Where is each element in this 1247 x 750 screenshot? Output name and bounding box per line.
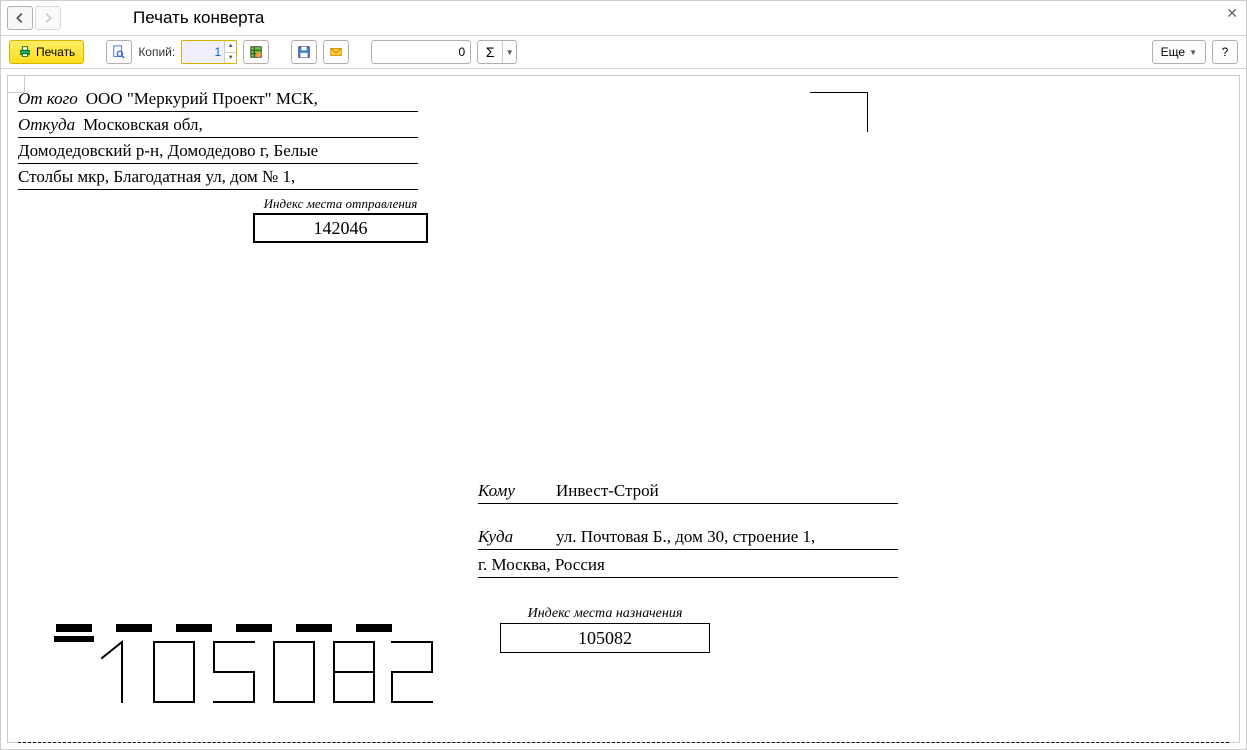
sum-field[interactable]	[371, 40, 471, 64]
copies-spinner[interactable]: ▲ ▼	[181, 40, 237, 64]
more-button[interactable]: Еще ▼	[1152, 40, 1206, 64]
sender-where-label: Откуда	[18, 115, 75, 135]
dash-mark	[116, 624, 152, 632]
dash-mark	[296, 624, 332, 632]
titlebar: Печать конверта ✕	[1, 1, 1246, 35]
email-button[interactable]	[323, 40, 349, 64]
more-label: Еще	[1161, 45, 1185, 59]
arrow-right-icon	[41, 11, 55, 25]
dash-mark	[176, 624, 212, 632]
from-label: От кого	[18, 89, 78, 109]
sender-index-block: Индекс места отправления 142046	[253, 196, 428, 243]
copies-label: Копий:	[138, 45, 175, 59]
toolbar: Печать Копий: ▲ ▼ Σ ▼	[1, 35, 1246, 69]
sum-dropdown[interactable]: ▼	[502, 41, 516, 63]
postal-code-stencil	[56, 624, 434, 711]
recipient-where-value: ул. Почтовая Б., дом 30, строение 1,	[556, 527, 898, 547]
settings-button[interactable]	[243, 40, 269, 64]
dash-mark	[356, 624, 392, 632]
magnifier-icon	[112, 45, 126, 59]
dash-mark	[236, 624, 272, 632]
recipient-where-label: Куда	[478, 527, 548, 547]
envelope-preview: От кого ООО "Меркурий Проект" МСК, Откуд…	[7, 75, 1240, 743]
arrow-left-icon	[13, 11, 27, 25]
recipient-block: Кому Инвест-Строй Куда ул. Почтовая Б., …	[478, 476, 898, 653]
chevron-down-icon: ▼	[1189, 48, 1197, 57]
content-area: От кого ООО "Меркурий Проект" МСК, Откуд…	[1, 69, 1246, 749]
dest-index-value: 105082	[500, 623, 710, 653]
dest-index-caption: Индекс места назначения	[500, 606, 710, 622]
to-value: Инвест-Строй	[556, 481, 898, 501]
print-button[interactable]: Печать	[9, 40, 84, 64]
window-title: Печать конверта	[133, 1, 264, 35]
recipient-addr-line2: г. Москва, Россия	[478, 555, 898, 575]
sender-addr-line3: Столбы мкр, Благодатная ул, дом № 1,	[18, 167, 418, 187]
copies-input[interactable]	[182, 41, 224, 63]
printer-icon	[18, 45, 32, 59]
stamp-corner-mark	[808, 92, 868, 152]
window: Печать конверта ✕ Печать Копий: ▲ ▼	[0, 0, 1247, 750]
sender-index-value: 142046	[253, 213, 428, 243]
sender-where-value: Московская обл,	[83, 115, 418, 135]
help-label: ?	[1222, 45, 1229, 59]
sender-block: От кого ООО "Меркурий Проект" МСК, Откуд…	[18, 86, 418, 243]
postal-code-digits	[94, 640, 434, 706]
sigma-icon: Σ	[478, 41, 502, 63]
sender-addr-line2: Домодедовский р-н, Домодедово г, Белые	[18, 141, 418, 161]
dash-mark	[56, 624, 92, 632]
spin-up[interactable]: ▲	[225, 41, 236, 53]
perforation-line	[18, 742, 1229, 743]
from-value: ООО "Меркурий Проект" МСК,	[86, 89, 418, 109]
sum-button[interactable]: Σ ▼	[477, 40, 517, 64]
nav-forward-button[interactable]	[35, 6, 61, 30]
grid-icon	[249, 45, 263, 59]
floppy-icon	[297, 45, 311, 59]
save-button[interactable]	[291, 40, 317, 64]
to-label: Кому	[478, 481, 548, 501]
spin-down[interactable]: ▼	[225, 53, 236, 64]
help-button[interactable]: ?	[1212, 40, 1238, 64]
close-button[interactable]: ✕	[1226, 5, 1238, 22]
print-label: Печать	[36, 45, 75, 59]
preview-button[interactable]	[106, 40, 132, 64]
nav-back-button[interactable]	[7, 6, 33, 30]
sender-index-caption: Индекс места отправления	[253, 196, 428, 212]
envelope-icon	[329, 45, 343, 59]
dest-index-block: Индекс места назначения 105082	[500, 606, 710, 653]
